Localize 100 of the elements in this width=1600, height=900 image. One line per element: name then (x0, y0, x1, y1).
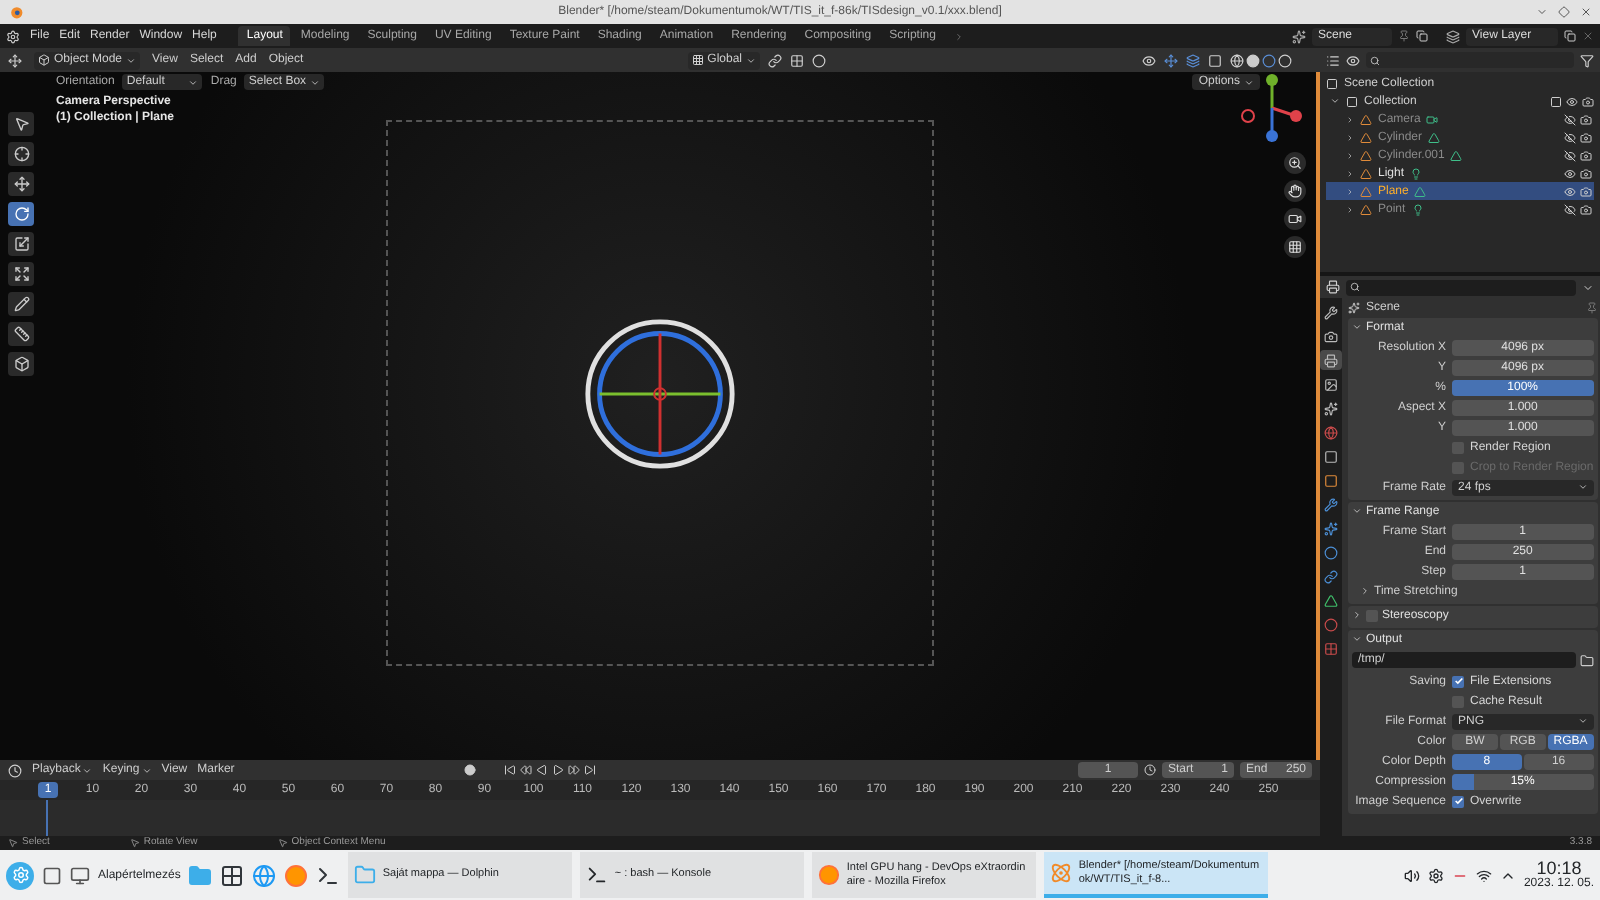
previous-keyframe-icon (520, 764, 533, 776)
camera-icon (1580, 203, 1592, 215)
camera-icon (1288, 212, 1302, 226)
clock-icon (8, 763, 22, 777)
tool-button[interactable] (8, 232, 34, 256)
next-keyframe-icon (568, 764, 581, 776)
editor-type-icon (1326, 280, 1340, 294)
properties-tab[interactable] (1320, 446, 1342, 466)
browser-icon (284, 863, 309, 887)
cube-icon (13, 356, 29, 372)
physics-icon (1324, 545, 1338, 559)
chevron-down-icon (82, 765, 93, 775)
properties-tab[interactable] (1320, 470, 1342, 490)
triangle-icon (1324, 593, 1338, 607)
play-reverse-icon (536, 764, 549, 776)
rotate-icon (13, 206, 29, 222)
chevron-down-icon (1352, 322, 1362, 332)
checkbox[interactable] (1452, 675, 1464, 687)
hand-icon (1288, 184, 1302, 198)
copy-icon (1564, 30, 1576, 42)
camera-icon (1324, 329, 1338, 343)
editor-type-icon (1326, 53, 1340, 67)
solid-shading-icon (1246, 53, 1260, 67)
search-field[interactable] (1366, 52, 1574, 68)
chevron-right-icon (1352, 610, 1362, 620)
mouse-icon (8, 838, 18, 848)
transform-icon (13, 266, 29, 282)
chevron-down-icon (1577, 482, 1588, 492)
checker-icon (1324, 641, 1338, 655)
eye-closed-icon (1564, 203, 1576, 215)
object-icon (1324, 473, 1338, 487)
minimize-icon (1536, 6, 1548, 18)
properties-tab[interactable] (1320, 302, 1342, 322)
filter-icon (1580, 53, 1594, 67)
search-field[interactable] (1346, 279, 1576, 295)
camera-icon (1580, 185, 1592, 197)
tool-button[interactable] (8, 202, 34, 226)
properties-tab[interactable] (1320, 542, 1342, 562)
camera-icon (1582, 95, 1594, 107)
terminal-icon (316, 863, 341, 887)
browser-icon (818, 864, 841, 886)
printer-icon (1324, 353, 1338, 367)
camera-icon (1426, 113, 1439, 125)
chevron-right-icon (1360, 586, 1370, 596)
navigation-gizmo-drawing[interactable] (1236, 72, 1308, 144)
tool-button[interactable] (8, 142, 34, 166)
ruler-icon (13, 326, 29, 342)
viewport-nav-button[interactable] (1284, 208, 1306, 230)
properties-tab[interactable] (1320, 566, 1342, 586)
viewport-nav-button[interactable] (1284, 236, 1306, 258)
properties-tab[interactable] (1320, 350, 1342, 370)
chevron-down-icon (1352, 506, 1362, 516)
checkbox[interactable] (1366, 609, 1378, 621)
tool-button[interactable] (8, 172, 34, 196)
layers-icon (1446, 29, 1460, 43)
timeline-track[interactable] (0, 800, 1320, 836)
viewport-nav-button[interactable] (1284, 180, 1306, 202)
tool-button[interactable] (8, 322, 34, 346)
eye-closed-icon (1564, 131, 1576, 143)
viewport-nav-button[interactable] (1284, 152, 1306, 174)
pencil-icon (13, 296, 29, 312)
eye-closed-icon (1564, 149, 1576, 161)
checkbox-icon (1550, 95, 1562, 107)
visibility-icon (1142, 53, 1156, 67)
proportional-icon (812, 53, 826, 67)
volume-icon (1403, 867, 1420, 883)
properties-tab[interactable] (1320, 398, 1342, 418)
chevron-down-icon (1330, 96, 1340, 106)
desktop-icon (42, 865, 62, 885)
tool-button[interactable] (8, 352, 34, 376)
chevron-down-icon (1244, 77, 1254, 87)
image-icon (1324, 377, 1338, 391)
mouse-icon (277, 838, 288, 848)
properties-tab[interactable] (1320, 374, 1342, 394)
checkmark-icon (1453, 796, 1463, 806)
camera-icon (1580, 113, 1592, 125)
globe-icon (252, 863, 277, 887)
folder-icon (188, 863, 213, 887)
chevron-down-icon (126, 55, 137, 65)
checkbox[interactable] (1452, 795, 1464, 807)
jump-start-icon (504, 764, 517, 776)
wrench-icon (1324, 305, 1338, 319)
tool-button[interactable] (8, 292, 34, 316)
axes-icon (691, 54, 704, 66)
eye-icon (1564, 167, 1576, 179)
close-icon (1582, 30, 1594, 42)
properties-tab[interactable] (1320, 518, 1342, 538)
properties-tab[interactable] (1320, 590, 1342, 610)
properties-tab[interactable] (1320, 326, 1342, 346)
tool-button[interactable] (8, 112, 34, 136)
chevron-down-icon (188, 77, 199, 87)
properties-tab[interactable] (1320, 494, 1342, 514)
mouse-icon (129, 838, 140, 848)
clock-time[interactable]: 10:18 (1536, 860, 1582, 878)
network-icon (1475, 867, 1492, 883)
tool-button[interactable] (8, 262, 34, 286)
wireframe-shading-icon (1230, 53, 1244, 67)
stopwatch-icon (1144, 764, 1156, 776)
overlay-icon (1186, 53, 1200, 67)
camera-icon (1580, 167, 1592, 179)
